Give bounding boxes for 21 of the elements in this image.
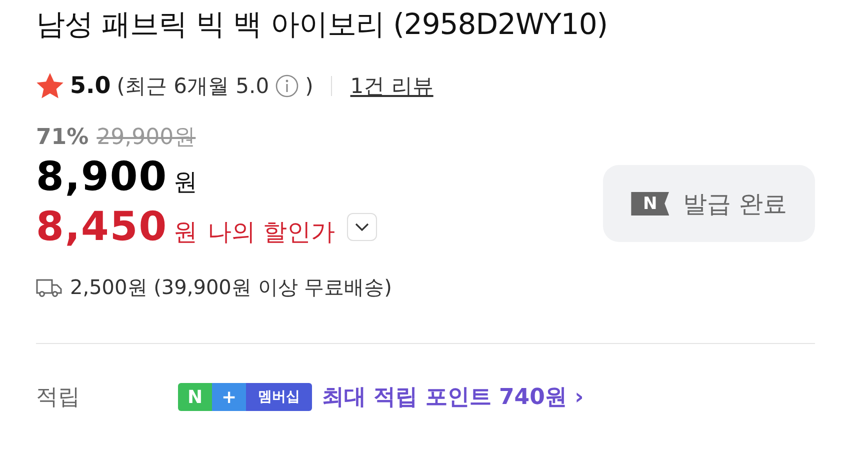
recent-rating: (최근 6개월 5.0	[116, 73, 270, 100]
shipping-fee: 2,500원 (39,900원 이상 무료배송)	[70, 274, 392, 301]
original-price: 29,900원	[96, 124, 196, 152]
expand-button[interactable]	[347, 213, 378, 241]
points-label: 적립	[36, 384, 81, 412]
currency-unit: 원	[174, 167, 198, 198]
currency-unit: 원	[174, 217, 198, 248]
rating-score: 5.0	[70, 73, 111, 99]
star-icon	[36, 73, 64, 99]
product-title: 남성 패브릭 빅 백 아이보리 (2958D2WY10)	[36, 6, 609, 43]
truck-icon	[36, 278, 62, 298]
sale-price: 8,900	[36, 153, 168, 202]
closing-parenthesis: )	[305, 74, 314, 98]
max-points-link[interactable]: 최대 적립 포인트 740원 ›	[322, 382, 584, 412]
info-icon[interactable]	[275, 74, 300, 98]
my-price: 8,450	[36, 203, 168, 252]
my-price-label: 나의 할인가	[208, 217, 336, 248]
membership-badge: N + 멤버십	[178, 383, 312, 411]
discount-rate: 71%	[36, 124, 89, 150]
review-link[interactable]: 1건 리뷰	[350, 72, 434, 100]
chevron-icon	[355, 223, 370, 231]
